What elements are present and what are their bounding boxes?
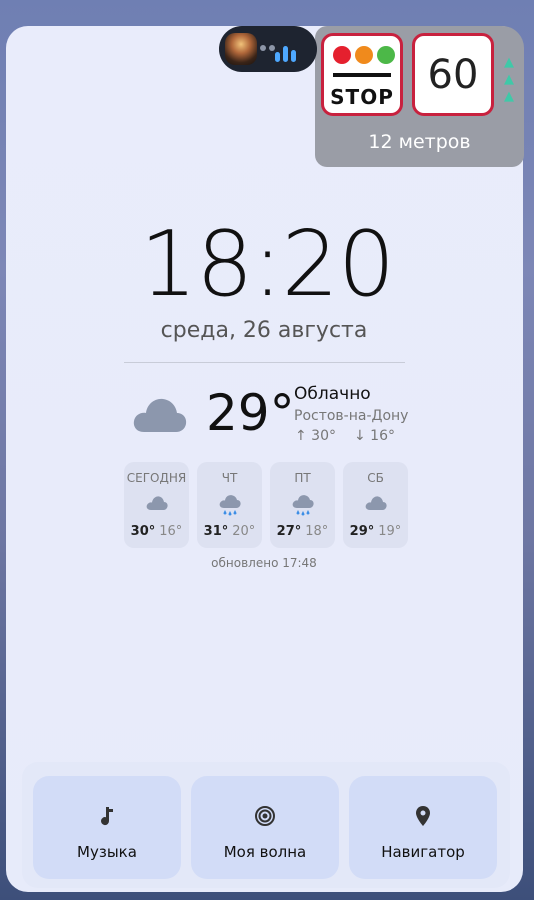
stop-text: STOP [330, 85, 394, 109]
low-temp: ↓ 16° [354, 428, 395, 444]
divider [124, 362, 405, 363]
chevron-up-icon: ▲ ▲ ▲ [504, 55, 514, 104]
forecast-high: 30° [130, 524, 156, 539]
forecast-temps: 30° 16° [124, 524, 189, 539]
forecast-low: 16° [159, 524, 183, 539]
clock-time: 18:20 [139, 212, 395, 317]
forecast-day[interactable]: ПТ 27° 18° [270, 462, 335, 548]
forecast-high: 27° [276, 524, 302, 539]
stop-sign: STOP [321, 33, 403, 116]
forecast-low: 19° [378, 524, 402, 539]
forecast-high: 29° [349, 524, 375, 539]
forecast-day[interactable]: СБ 29° 19° [343, 462, 408, 548]
forecast-day-label: СЕГОДНЯ [126, 471, 187, 485]
cloud-icon [365, 495, 387, 515]
traffic-light-icon [333, 46, 395, 64]
music-note-icon [91, 800, 123, 832]
rain-icon [219, 495, 241, 521]
clock-date: среда, 26 августа [160, 318, 368, 343]
forecast-day[interactable]: ЧТ 31° 20° [197, 462, 262, 548]
forecast-low: 18° [305, 524, 329, 539]
now-playing-island[interactable] [219, 26, 317, 72]
album-art [225, 33, 257, 65]
forecast-low: 20° [232, 524, 256, 539]
current-temperature: 29° [206, 384, 295, 442]
forecast-row: СЕГОДНЯ 30° 16° ЧТ 31° 20° ПТ 27° 18° СБ 29… [124, 462, 408, 548]
radio-wave-icon [249, 800, 281, 832]
weather-condition: Облачно [294, 384, 371, 404]
cloud-icon [146, 495, 168, 515]
audio-bars-icon [275, 44, 296, 62]
location-pin-icon [407, 800, 439, 832]
navigator-button[interactable]: Навигатор [349, 776, 497, 879]
music-label: Музыка [77, 843, 137, 861]
forecast-temps: 31° 20° [197, 524, 262, 539]
forecast-day-label: ЧТ [221, 471, 238, 485]
speed-limit-value: 60 [427, 52, 479, 98]
forecast-temps: 29° 19° [343, 524, 408, 539]
forecast-day[interactable]: СЕГОДНЯ 30° 16° [124, 462, 189, 548]
weather-city: Ростов-на-Дону [294, 408, 409, 424]
stop-line [333, 73, 391, 77]
rain-icon [292, 495, 314, 521]
speed-limit-sign: 60 [412, 33, 494, 116]
my-wave-button[interactable]: Моя волна [191, 776, 339, 879]
my-wave-label: Моя волна [223, 843, 307, 861]
forecast-temps: 27° 18° [270, 524, 335, 539]
cloud-icon [132, 394, 188, 438]
sign-distance: 12 метров [368, 131, 471, 153]
navigator-label: Навигатор [381, 843, 465, 861]
high-temp: ↑ 30° [295, 428, 336, 444]
forecast-day-label: СБ [367, 471, 384, 485]
traffic-sign-panel[interactable]: STOP 60 ▲ ▲ ▲ 12 метров [315, 26, 524, 167]
forecast-day-label: ПТ [294, 471, 311, 485]
music-button[interactable]: Музыка [33, 776, 181, 879]
forecast-high: 31° [203, 524, 229, 539]
high-low: ↑ 30° ↓ 16° [295, 428, 413, 444]
weather-updated-time: обновлено 17:48 [211, 556, 317, 570]
